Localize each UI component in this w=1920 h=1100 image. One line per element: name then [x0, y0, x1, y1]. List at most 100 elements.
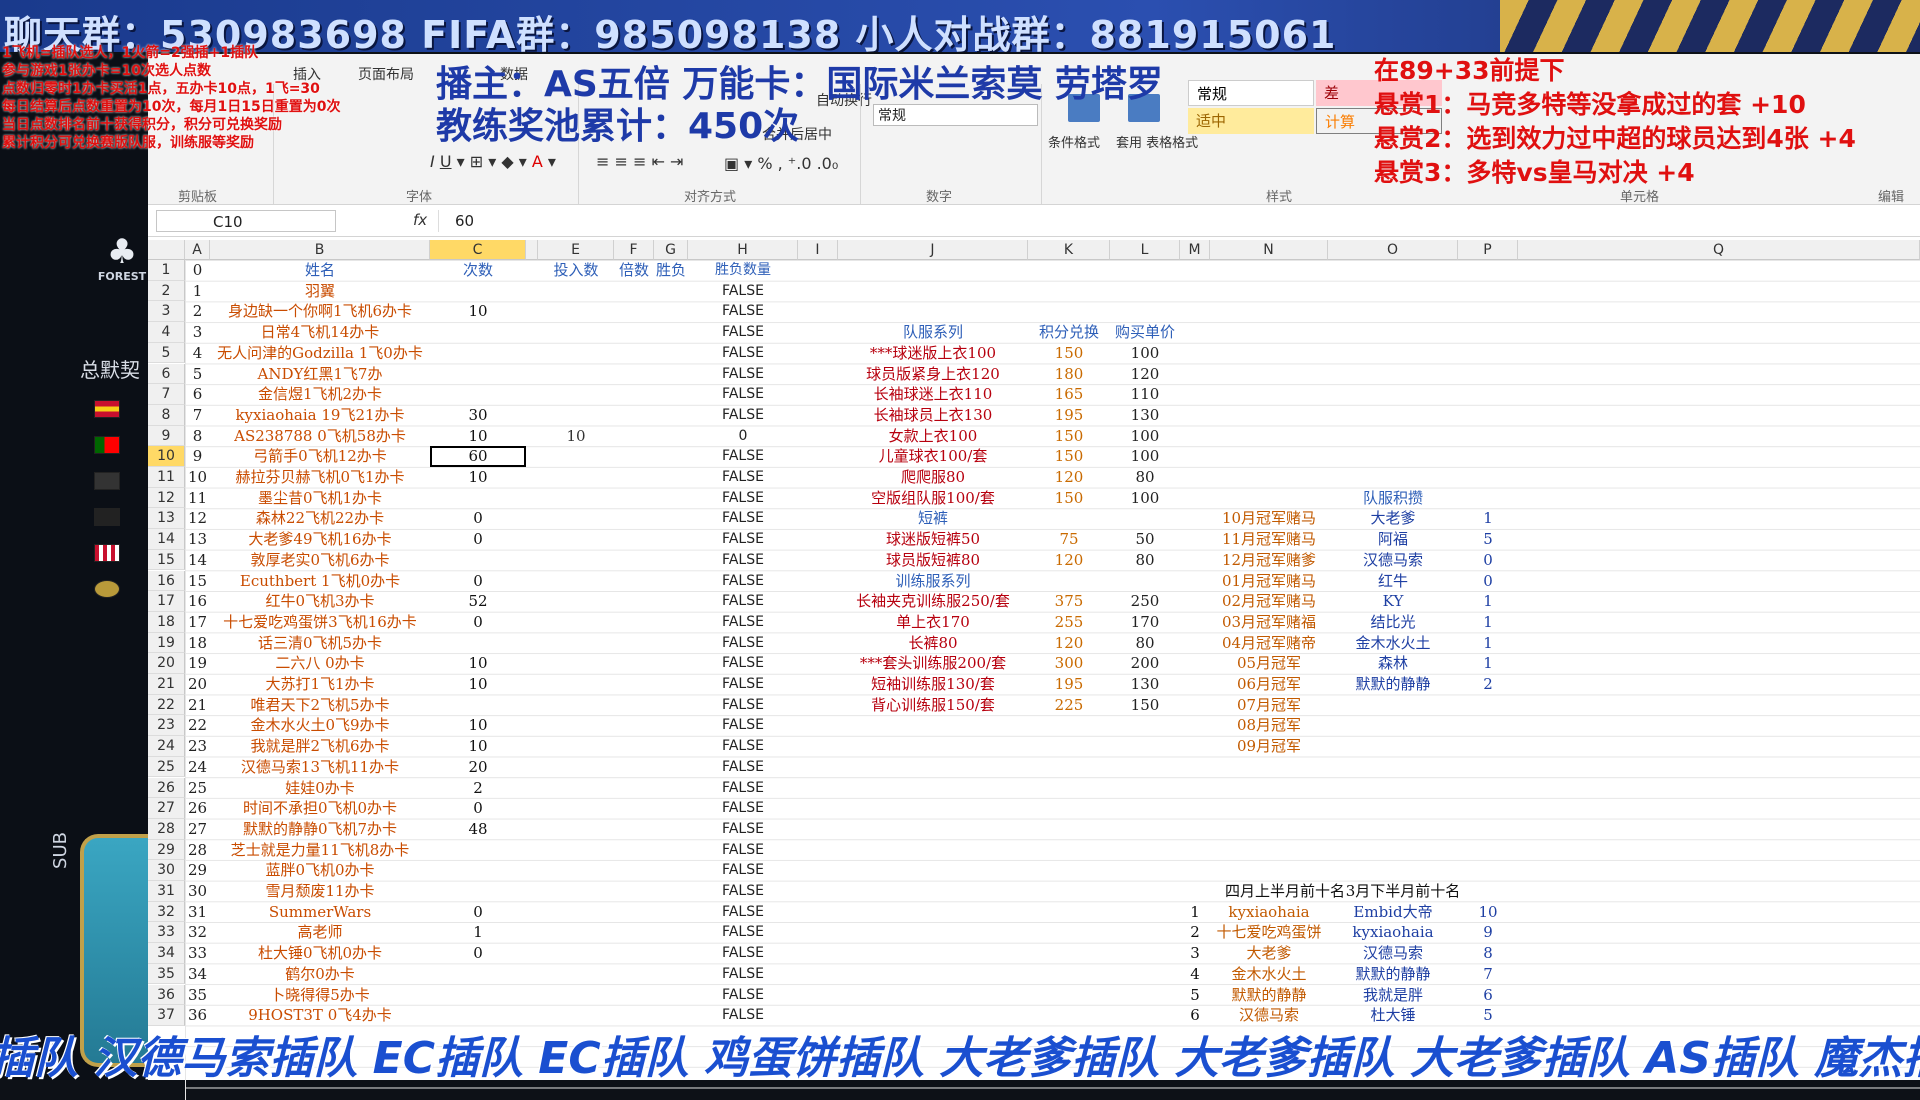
cell-a[interactable]: 12 [185, 508, 210, 529]
row-number[interactable]: 16 [148, 570, 185, 592]
cell-k[interactable]: 150 [1028, 446, 1110, 467]
cell-b[interactable]: 森林22飞机22办卡 [210, 508, 430, 529]
cell-b[interactable]: 羽翼 [210, 281, 430, 302]
row-number[interactable]: 9 [148, 425, 185, 447]
cell-j[interactable]: 长裤80 [838, 633, 1028, 654]
cell-a[interactable]: 18 [185, 633, 210, 654]
cell-h[interactable]: FALSE [688, 364, 798, 385]
cell-h[interactable]: FALSE [688, 902, 798, 923]
cell-b[interactable]: 墨尘昔0飞机1办卡 [210, 488, 430, 509]
row-number[interactable]: 8 [148, 404, 185, 426]
cell-b[interactable]: 鹤尔0办卡 [210, 964, 430, 985]
cell-h[interactable]: FALSE [688, 922, 798, 943]
cell-h[interactable]: FALSE [688, 529, 798, 550]
cell-n[interactable]: 十七爱吃鸡蛋饼 [1210, 922, 1328, 943]
cell-h[interactable]: FALSE [688, 715, 798, 736]
cell-n[interactable]: 09月冠军 [1210, 736, 1328, 757]
cell-o[interactable]: 汉德马索 [1328, 943, 1458, 964]
cell-b[interactable]: 杜大锤0飞机0办卡 [210, 943, 430, 964]
cell-k[interactable]: 375 [1028, 591, 1110, 612]
cell-j[interactable]: ***球迷版上衣100 [838, 343, 1028, 364]
cell-a[interactable]: 6 [185, 384, 210, 405]
cell-l[interactable]: 110 [1110, 384, 1180, 405]
cell-n[interactable]: 03月冠军赌福 [1210, 612, 1328, 633]
cell-j[interactable]: 球员版紧身上衣120 [838, 364, 1028, 385]
cell-h[interactable]: 0 [688, 426, 798, 447]
cell-b[interactable]: 十七爱吃鸡蛋饼3飞机16办卡 [210, 612, 430, 633]
cell-j[interactable]: 长袖球迷上衣110 [838, 384, 1028, 405]
row-number[interactable]: 17 [148, 591, 185, 612]
cell-k[interactable]: 积分兑换 [1028, 322, 1110, 343]
cell-j[interactable]: 爬爬服80 [838, 467, 1028, 488]
row-number[interactable]: 7 [148, 384, 185, 405]
cell-a[interactable]: 15 [185, 571, 210, 592]
column-header-l[interactable]: L [1110, 240, 1180, 260]
row-number[interactable]: 19 [148, 632, 185, 654]
cell-h[interactable]: FALSE [688, 778, 798, 799]
cell-a[interactable]: 7 [185, 405, 210, 426]
row-number[interactable]: 36 [148, 984, 185, 1006]
cell-h[interactable]: FALSE [688, 840, 798, 861]
cell-l[interactable]: 250 [1110, 591, 1180, 612]
cell-a[interactable]: 24 [185, 757, 210, 778]
cell-c[interactable]: 0 [430, 902, 526, 923]
row-number[interactable]: 20 [148, 653, 185, 674]
cell-k[interactable]: 225 [1028, 695, 1110, 716]
cell-n[interactable]: 07月冠军 [1210, 695, 1328, 716]
row-number[interactable]: 31 [148, 881, 185, 902]
cell-o[interactable]: 大老爹 [1328, 508, 1458, 529]
style-neutral[interactable]: 适中 [1188, 108, 1314, 134]
cell-j[interactable]: 短袖训练服130/套 [838, 674, 1028, 695]
cell-h[interactable]: FALSE [688, 612, 798, 633]
cell-o[interactable]: 结比光 [1328, 612, 1458, 633]
cell-k[interactable]: 150 [1028, 343, 1110, 364]
cell-o[interactable]: kyxiaohaia [1328, 922, 1458, 943]
cell-m[interactable]: 4 [1180, 964, 1210, 985]
cell-b[interactable]: 弓箭手0飞机12办卡 [210, 446, 430, 467]
cell-h[interactable]: FALSE [688, 488, 798, 509]
column-header-i[interactable]: I [798, 240, 838, 260]
cell-h[interactable]: FALSE [688, 550, 798, 571]
cell-o[interactable]: 默默的静静 [1328, 674, 1458, 695]
cell-n[interactable]: kyxiaohaia [1210, 902, 1328, 923]
cell-a[interactable]: 9 [185, 446, 210, 467]
cell-l[interactable]: 100 [1110, 446, 1180, 467]
row-number[interactable]: 32 [148, 901, 185, 923]
cell-a[interactable]: 14 [185, 550, 210, 571]
alignment-row[interactable]: ≡ ≡ ≡ ⇤ ⇥ [596, 152, 683, 171]
cell-h[interactable]: FALSE [688, 571, 798, 592]
cell-h[interactable]: FALSE [688, 881, 798, 902]
column-header-q[interactable]: Q [1518, 240, 1920, 260]
cell-a[interactable]: 30 [185, 881, 210, 902]
cell-a[interactable]: 29 [185, 860, 210, 881]
row-number[interactable]: 34 [148, 943, 185, 964]
cell-h[interactable]: FALSE [688, 819, 798, 840]
cell-k[interactable]: 120 [1028, 633, 1110, 654]
select-all-corner[interactable] [148, 240, 185, 260]
cell-p[interactable]: 1 [1458, 508, 1518, 529]
cell-b[interactable]: 敦厚老实0飞机6办卡 [210, 550, 430, 571]
cell-b[interactable]: 高老师 [210, 922, 430, 943]
cell-b[interactable]: 大苏打1飞1办卡 [210, 674, 430, 695]
cell-o[interactable]: 阿福 [1328, 529, 1458, 550]
cell-l[interactable]: 120 [1110, 364, 1180, 385]
cell-h[interactable]: FALSE [688, 695, 798, 716]
cell-h[interactable]: FALSE [688, 964, 798, 985]
cell-a[interactable]: 20 [185, 674, 210, 695]
column-header-j[interactable]: J [838, 240, 1028, 260]
cell-h[interactable]: FALSE [688, 405, 798, 426]
cell-a[interactable]: 19 [185, 653, 210, 674]
cell-p[interactable]: 10 [1458, 902, 1518, 923]
cell-c[interactable]: 10 [430, 674, 526, 695]
cell-c[interactable]: 30 [430, 405, 526, 426]
cell-o[interactable]: 金木水火土 [1328, 633, 1458, 654]
style-normal[interactable]: 常规 [1188, 80, 1314, 106]
row-number[interactable]: 28 [148, 818, 185, 840]
cell-k[interactable]: 165 [1028, 384, 1110, 405]
cell-c[interactable]: 10 [430, 715, 526, 736]
cell-j[interactable]: ***套头训练服200/套 [838, 653, 1028, 674]
cell-n[interactable]: 金木水火土 [1210, 964, 1328, 985]
row-number[interactable]: 22 [148, 694, 185, 716]
cell-n[interactable]: 11月冠军赌马 [1210, 529, 1328, 550]
cell-p[interactable]: 5 [1458, 529, 1518, 550]
